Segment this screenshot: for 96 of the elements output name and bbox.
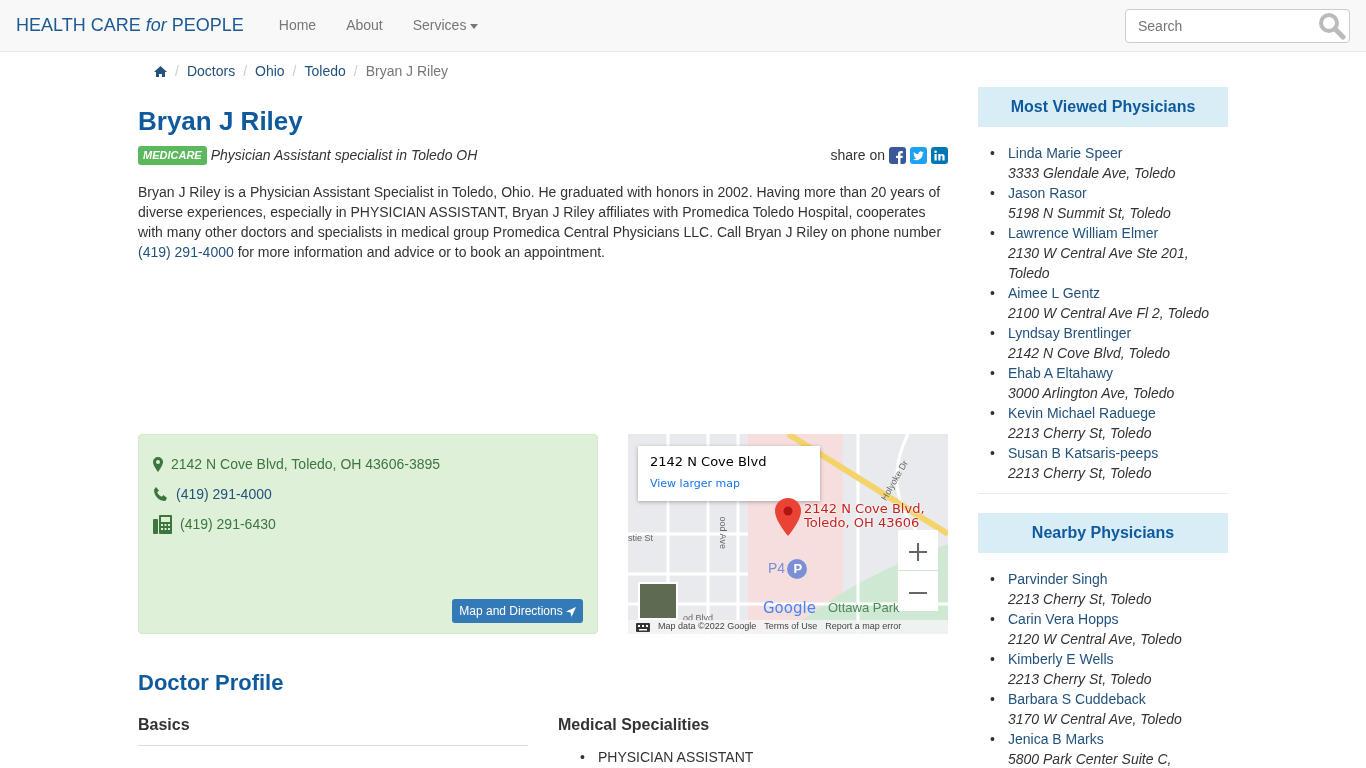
keyboard-icon[interactable] — [636, 622, 650, 632]
section-title: Doctor Profile — [138, 670, 285, 697]
fax-icon — [153, 514, 172, 534]
zoom-out-button[interactable] — [898, 571, 938, 612]
street-label: stie St — [628, 532, 653, 546]
breadcrumb-link[interactable]: Toledo — [304, 60, 346, 82]
street-label: Ottawa Park — [828, 599, 900, 618]
bullet: • — [580, 747, 586, 767]
parking-label: P4 — [768, 559, 786, 579]
minus-icon — [909, 592, 927, 595]
breadcrumb-separator: / — [291, 61, 298, 81]
physician-address: 2120 W Central Ave, Toledo — [1008, 631, 1182, 647]
parking-icon — [787, 558, 808, 579]
phone-icon — [153, 486, 168, 502]
physician-link[interactable]: Aimee L Gentz — [1008, 285, 1101, 301]
physician-link[interactable]: Carin Vera Hopps — [1008, 611, 1119, 627]
breadcrumb-link[interactable]: Ohio — [255, 60, 285, 82]
bullet: • — [990, 570, 996, 589]
physician-address: 5800 Park Center Suite C, — [1008, 751, 1172, 767]
phone-link[interactable]: (419) 291-4000 — [138, 244, 234, 261]
physician-address: 3333 Glendale Ave, Toledo — [1008, 165, 1176, 181]
map-pin-icon — [153, 456, 163, 472]
physician-address: 2142 N Cove Blvd, Toledo — [1008, 345, 1171, 361]
subsection-title: Medical Specialities — [558, 714, 711, 735]
medicare-badge: MEDICARE — [138, 146, 207, 165]
specialty-item: PHYSICIAN ASSISTANT — [598, 747, 754, 767]
navigation-arrow-icon — [566, 607, 576, 617]
sidebar-heading: Most Viewed Physicians — [978, 87, 1228, 127]
physician-link[interactable]: Lawrence William Elmer — [1008, 225, 1159, 241]
plus-icon — [909, 543, 927, 562]
doctor-name: Bryan J Riley — [138, 106, 304, 138]
breadcrumb-current: Bryan J Riley — [365, 61, 449, 81]
bullet: • — [990, 610, 996, 629]
physician-link[interactable]: Ehab A Eltahawy — [1008, 365, 1114, 381]
physician-link[interactable]: Jason Rasor — [1008, 185, 1087, 201]
twitter-icon[interactable] — [910, 147, 927, 165]
physician-address: 2213 Cherry St, Toledo — [1008, 465, 1152, 481]
physician-address: 5198 N Summit St, Toledo — [1008, 205, 1171, 221]
bullet: • — [990, 224, 996, 243]
physician-link[interactable]: Jenica B Marks — [1008, 731, 1104, 747]
sidebar-heading: Nearby Physicians — [978, 513, 1228, 553]
parking-sign-letter: P — [793, 559, 803, 578]
nav-link[interactable]: About — [331, 15, 398, 36]
physician-address: 2100 W Central Ave Fl 2, Toledo — [1008, 305, 1210, 321]
share-label: share on — [830, 146, 885, 166]
bullet: • — [990, 144, 996, 163]
map-logo: Google — [763, 598, 816, 620]
bullet: • — [990, 404, 996, 423]
bullet: • — [990, 324, 996, 343]
breadcrumb-separator: / — [242, 61, 248, 81]
physician-link[interactable]: Linda Marie Speer — [1008, 145, 1123, 161]
map-marker-icon[interactable] — [775, 498, 801, 537]
bullet: • — [990, 364, 996, 383]
physician-address: 2213 Cherry St, Toledo — [1008, 671, 1152, 687]
physician-link[interactable]: Kimberly E Wells — [1008, 651, 1114, 667]
map-footer-link[interactable]: Report a map error — [825, 620, 902, 634]
map-info-title: 2142 N Cove Blvd — [650, 453, 768, 472]
breadcrumb-link[interactable]: Doctors — [186, 60, 236, 82]
fax-number: (419) 291-6430 — [180, 514, 276, 534]
street-label: ood Ave — [716, 516, 729, 550]
map-footer-link[interactable]: Terms of Use — [764, 620, 818, 634]
breadcrumb-separator: / — [174, 61, 180, 81]
nav-link[interactable]: Services — [397, 15, 494, 36]
physician-link[interactable]: Kevin Michael Raduege — [1008, 405, 1156, 421]
bullet: • — [990, 690, 996, 709]
doctor-bio: Bryan J Riley is a Physician Assistant Specialist in Toledo, Ohio. He graduated with honors in 2002. Having more than 20 years of diverse experiences, especially in PHYSICIAN ASSISTANT, Bryan J Riley affiliates with Promedica Toledo Hospital, cooperates with many other doctors and specialists in medical group Promedica Central Physicians LLC. Call Bryan J Riley on phone number (419) 291-4000 for more information and advice or to book an appointment. — [138, 183, 943, 263]
facebook-icon[interactable] — [889, 147, 906, 165]
physician-address: 2213 Cherry St, Toledo — [1008, 425, 1152, 441]
nav-link[interactable]: Home — [263, 15, 332, 36]
bullet: • — [990, 284, 996, 303]
bullet: • — [990, 730, 996, 749]
linkedin-icon[interactable] — [931, 147, 948, 165]
bullet: • — [990, 184, 996, 203]
specialty-subtitle: Physician Assistant specialist in Toledo OH — [210, 146, 478, 166]
site-logo[interactable]: HEALTH CARE for PEOPLE — [16, 12, 244, 39]
phone-link[interactable]: (419) 291-4000 — [176, 483, 272, 505]
search-field[interactable]: Search — [1125, 8, 1350, 43]
satellite-thumbnail[interactable] — [638, 582, 678, 621]
bullet: • — [990, 444, 996, 463]
physician-link[interactable]: Parvinder Singh — [1008, 571, 1108, 587]
home-icon[interactable] — [154, 65, 167, 77]
bullet: • — [990, 650, 996, 669]
physician-address: 2213 Cherry St, Toledo — [1008, 591, 1152, 607]
map-directions-button[interactable]: Map and Directions — [452, 599, 583, 624]
physician-address: 3170 W Central Ave, Toledo — [1008, 711, 1182, 727]
address-text: 2142 N Cove Blvd, Toledo, OH 43606-3895 — [171, 454, 441, 474]
subsection-title: Basics — [138, 712, 528, 746]
physician-link[interactable]: Lyndsay Brentlinger — [1008, 325, 1132, 341]
view-larger-map-link[interactable]: View larger map — [650, 475, 740, 493]
physician-address: 3000 Arlington Ave, Toledo — [1008, 385, 1175, 401]
physician-address: 2130 W Central Ave Ste 201, Toledo — [1008, 245, 1189, 281]
physician-link[interactable]: Barbara S Cuddeback — [1008, 691, 1146, 707]
zoom-in-button[interactable] — [898, 530, 938, 571]
map-attribution: Map data ©2022 Google — [658, 621, 757, 634]
physician-link[interactable]: Susan B Katsaris-peeps — [1008, 445, 1159, 461]
breadcrumb-separator: / — [352, 61, 359, 81]
